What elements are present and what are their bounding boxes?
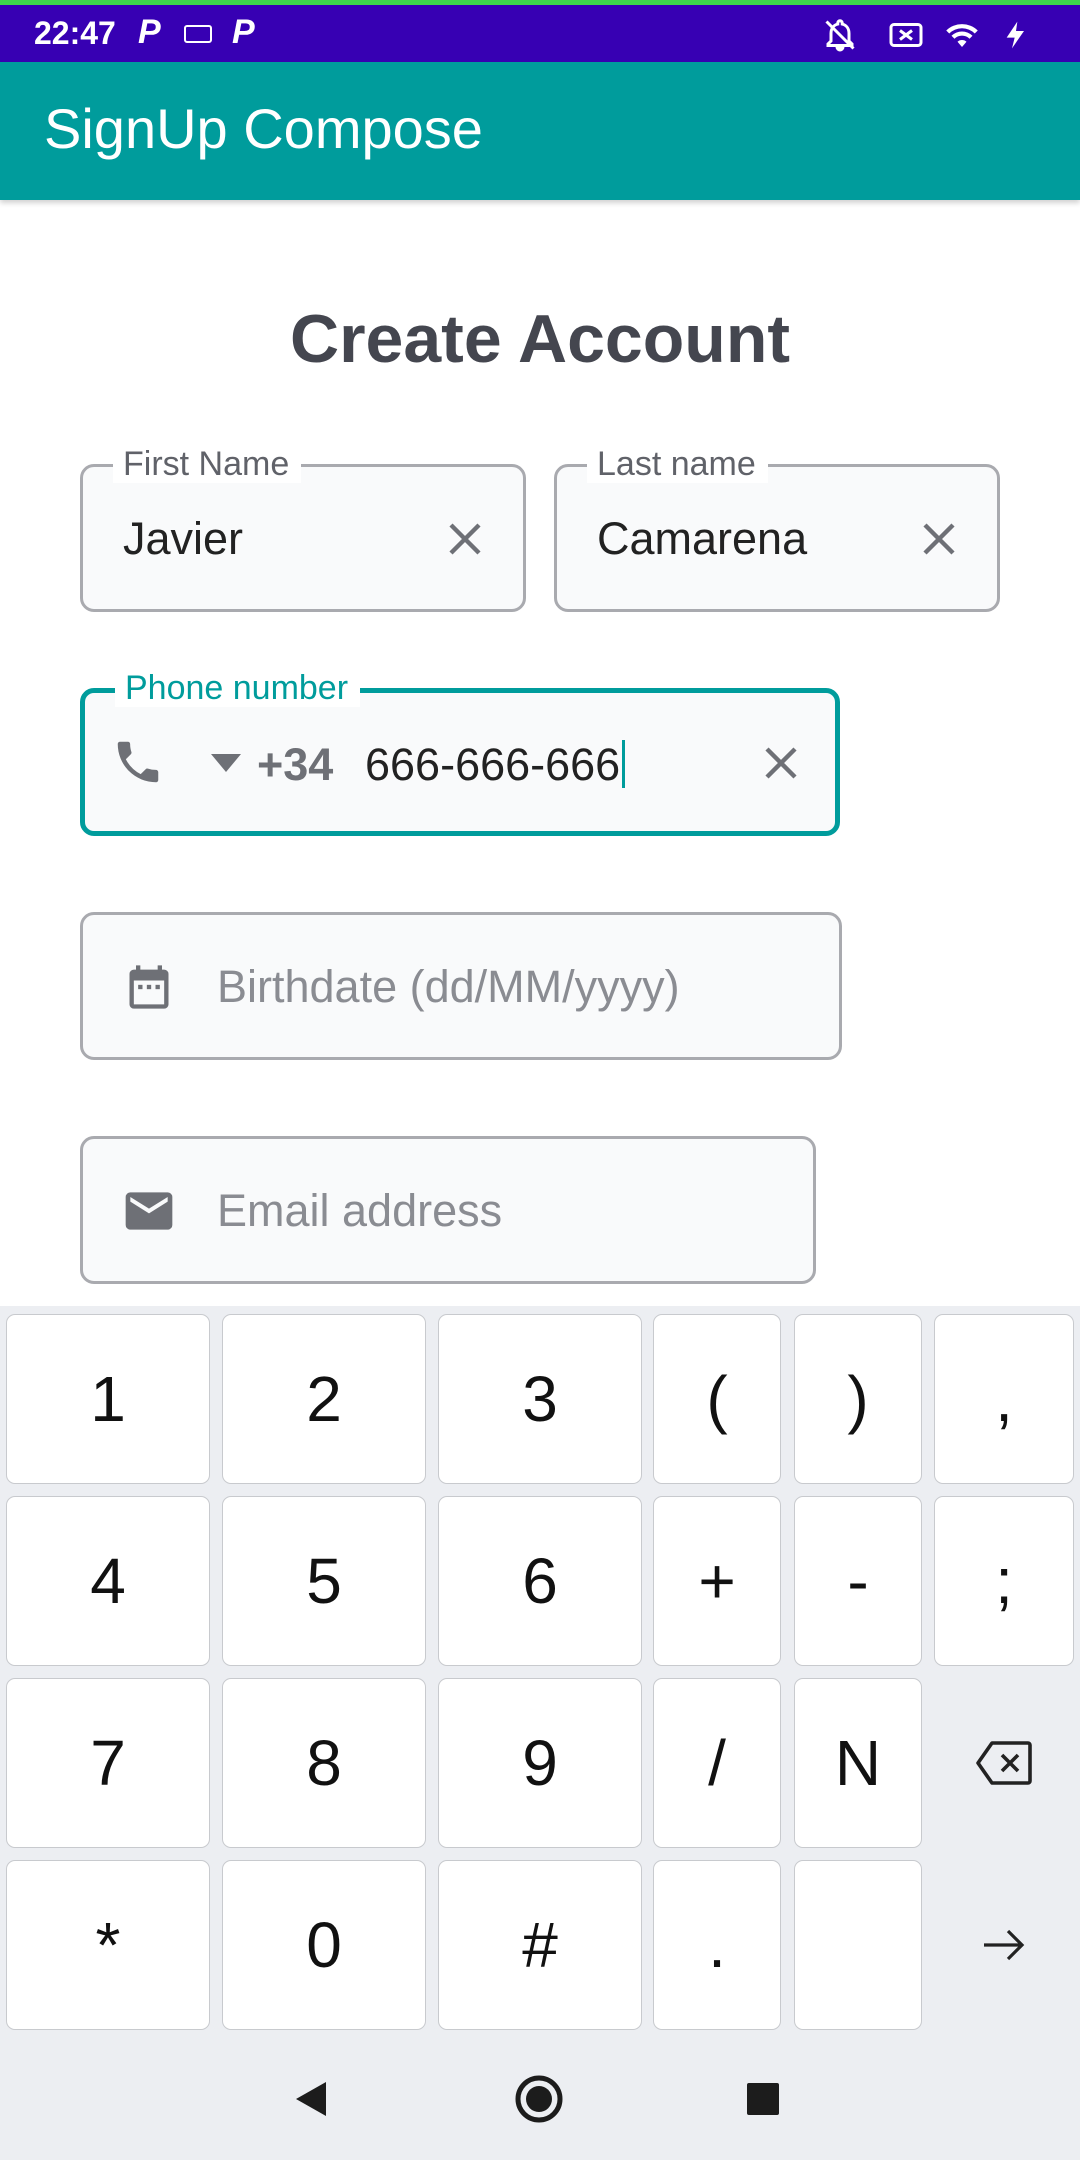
key-3[interactable]: 3 bbox=[438, 1314, 642, 1484]
phone-number-label: Phone number bbox=[115, 669, 361, 707]
key-comma[interactable]: , bbox=[934, 1314, 1074, 1484]
key-close-paren[interactable]: ) bbox=[794, 1314, 922, 1484]
status-time: 22:47 bbox=[34, 15, 116, 51]
key-1[interactable]: 1 bbox=[6, 1314, 210, 1484]
status-bar: 22:47 P P bbox=[0, 0, 1080, 62]
enter-arrow-icon bbox=[984, 1929, 1025, 1961]
app-bar: SignUp Compose bbox=[0, 62, 1080, 200]
key-n[interactable]: N bbox=[794, 1678, 922, 1848]
backspace-icon bbox=[976, 1741, 1032, 1785]
key-space[interactable] bbox=[794, 1860, 922, 2030]
key-9[interactable]: 9 bbox=[438, 1678, 642, 1848]
clear-phone-icon[interactable] bbox=[757, 739, 805, 787]
keyboard-icon bbox=[184, 25, 212, 43]
key-8[interactable]: 8 bbox=[222, 1678, 426, 1848]
key-5[interactable]: 5 bbox=[222, 1496, 426, 1666]
phone-number-field[interactable]: Phone number +34 666-666-666 bbox=[80, 669, 840, 836]
charging-icon bbox=[1006, 21, 1024, 49]
wifi-icon bbox=[946, 24, 978, 47]
last-name-label: Last name bbox=[587, 445, 768, 483]
home-icon[interactable] bbox=[514, 2074, 564, 2124]
key-semicolon[interactable]: ; bbox=[934, 1496, 1074, 1666]
first-name-label: First Name bbox=[113, 445, 302, 483]
back-icon[interactable] bbox=[294, 2080, 328, 2118]
key-plus[interactable]: + bbox=[653, 1496, 781, 1666]
calendar-icon bbox=[129, 965, 169, 1009]
enter-key[interactable] bbox=[934, 1860, 1074, 2030]
phone-number-value: 666-666-666 bbox=[365, 739, 626, 791]
first-name-value: Javier bbox=[123, 513, 244, 564]
email-icon bbox=[125, 1192, 173, 1230]
country-dropdown-icon[interactable] bbox=[211, 753, 241, 773]
key-0[interactable]: 0 bbox=[222, 1860, 426, 2030]
page-title: Create Account bbox=[289, 301, 791, 377]
recents-icon[interactable] bbox=[746, 2082, 780, 2116]
country-code[interactable]: +34 bbox=[257, 739, 333, 791]
parking-icon: P bbox=[138, 13, 161, 51]
navigation-bar bbox=[0, 2036, 1080, 2160]
key-minus[interactable]: - bbox=[794, 1496, 922, 1666]
backspace-key[interactable] bbox=[934, 1678, 1074, 1848]
no-sim-icon bbox=[889, 23, 923, 47]
birthdate-field[interactable]: Birthdate (dd/MM/yyyy) bbox=[80, 912, 842, 1060]
key-4[interactable]: 4 bbox=[6, 1496, 210, 1666]
email-placeholder: Email address bbox=[217, 1185, 503, 1236]
key-open-paren[interactable]: ( bbox=[653, 1314, 781, 1484]
last-name-value: Camarena bbox=[597, 513, 808, 564]
clear-first-name-icon[interactable] bbox=[441, 515, 489, 563]
first-name-field[interactable]: First Name Javier bbox=[80, 445, 526, 612]
text-cursor bbox=[622, 740, 626, 788]
birthdate-placeholder: Birthdate (dd/MM/yyyy) bbox=[217, 961, 680, 1012]
last-name-field[interactable]: Last name Camarena bbox=[554, 445, 1000, 612]
notifications-off-icon bbox=[825, 19, 855, 52]
key-asterisk[interactable]: * bbox=[6, 1860, 210, 2030]
key-6[interactable]: 6 bbox=[438, 1496, 642, 1666]
key-slash[interactable]: / bbox=[653, 1678, 781, 1848]
key-period[interactable]: . bbox=[653, 1860, 781, 2030]
clear-last-name-icon[interactable] bbox=[915, 515, 963, 563]
key-2[interactable]: 2 bbox=[222, 1314, 426, 1484]
key-hash[interactable]: # bbox=[438, 1860, 642, 2030]
email-field[interactable]: Email address bbox=[80, 1136, 816, 1284]
key-7[interactable]: 7 bbox=[6, 1678, 210, 1848]
parking-icon: P bbox=[232, 13, 255, 51]
numeric-keyboard: 1 2 3 ( ) , 4 5 6 + - ; 7 8 9 / N * 0 # … bbox=[0, 1306, 1080, 2036]
app-title: SignUp Compose bbox=[44, 97, 483, 160]
phone-icon bbox=[117, 741, 159, 783]
